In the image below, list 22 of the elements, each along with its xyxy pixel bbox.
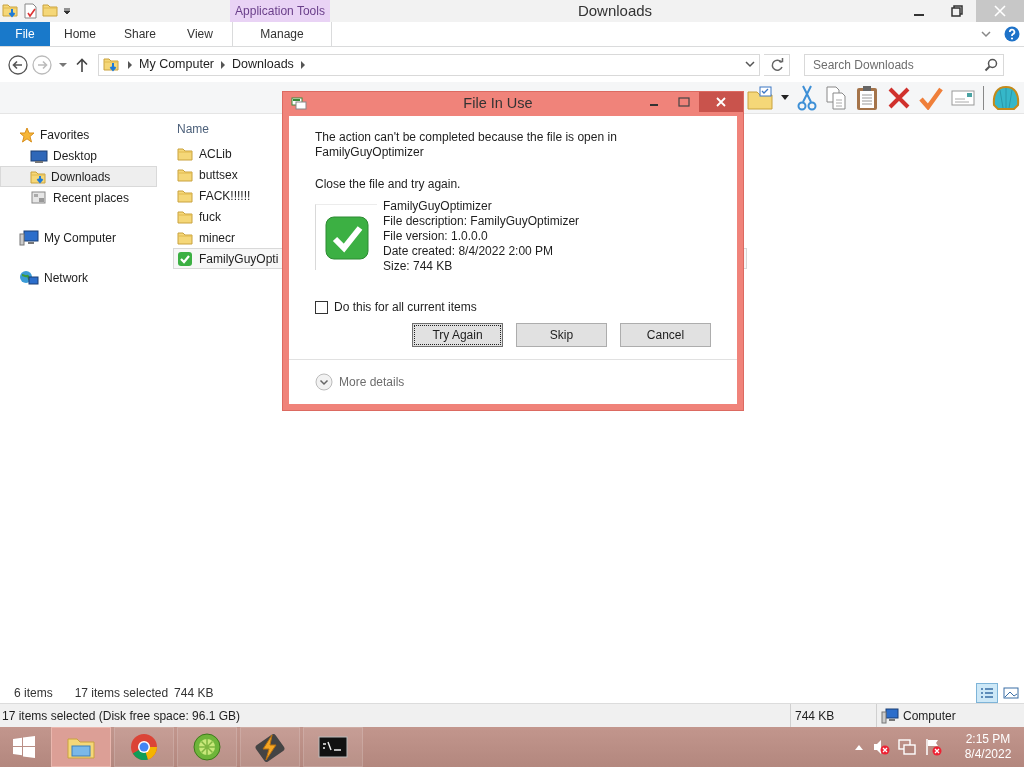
details-location: Computer: [903, 707, 956, 725]
file-name: fuck: [199, 208, 221, 226]
file-name: FACK!!!!!!: [199, 187, 251, 205]
dialog-title: File In Use: [462, 94, 534, 114]
selection-count: 17 items selected: [74, 685, 169, 702]
window-title: Downloads: [576, 1, 654, 21]
details-text: 17 items selected (Disk free space: 96.1 GB): [2, 707, 241, 725]
file-name: FamilyGuyOpti: [199, 250, 279, 268]
file-name: minecr: [199, 229, 235, 247]
details-size: 744 KB: [795, 707, 835, 725]
file-name: buttsex: [199, 166, 238, 184]
file-detail: Size: 744 KB: [383, 259, 454, 274]
file-detail: File description: FamilyGuyOptimizer: [383, 214, 580, 229]
dialog-message: The action can't be completed because the file is open in FamilyGuyOptimizer: [315, 130, 618, 160]
file-detail: Date created: 8/4/2022 2:00 PM: [383, 244, 555, 259]
item-count: 6 items: [14, 685, 53, 702]
file-detail: FamilyGuyOptimizer: [383, 199, 493, 214]
selection-size: 744 KB: [174, 685, 214, 702]
file-detail: File version: 1.0.0.0: [383, 229, 489, 244]
contextual-tab-group: Application Tools: [230, 0, 330, 22]
file-name: ACLib: [199, 145, 232, 163]
dialog-instruction: Close the file and try again.: [315, 176, 462, 193]
